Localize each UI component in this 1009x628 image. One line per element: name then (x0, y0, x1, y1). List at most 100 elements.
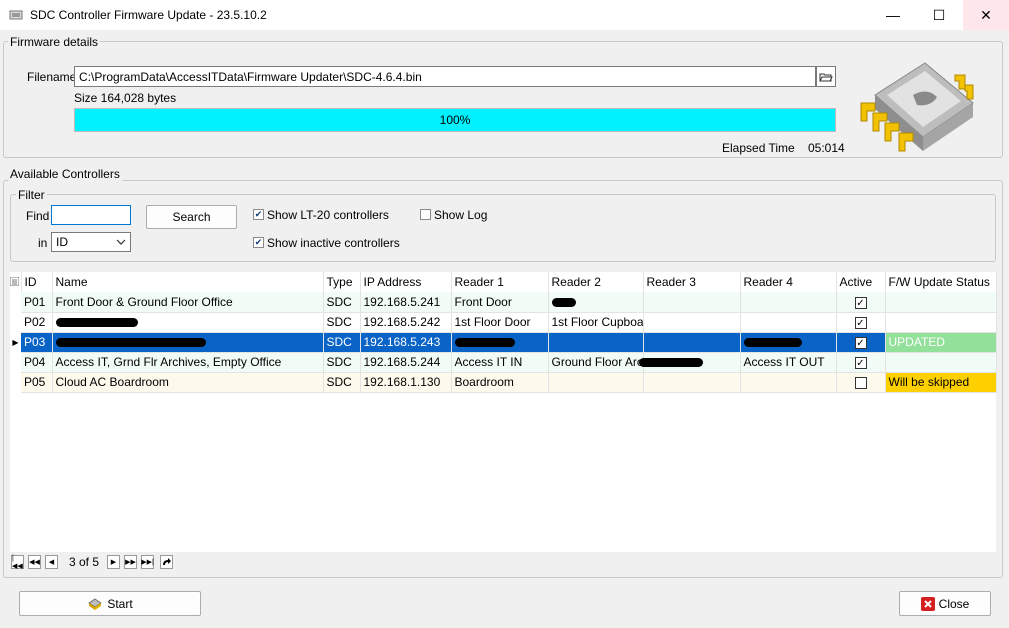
maximize-button[interactable]: ☐ (916, 0, 962, 30)
folder-open-icon (819, 73, 833, 81)
search-field-select[interactable]: ID (51, 232, 131, 252)
controllers-table: ID Name Type IP Address Reader 1 Reader … (10, 272, 997, 393)
cell-reader2 (548, 332, 644, 353)
progress-text: 100% (439, 113, 471, 127)
window-title: SDC Controller Firmware Update - 23.5.10… (30, 8, 267, 22)
redaction-mark (454, 338, 515, 348)
column-header[interactable]: Reader 2 (548, 272, 644, 292)
rewind-icon: ◀◀ (29, 559, 40, 566)
show-inactive-checkbox[interactable]: ✔ (253, 237, 264, 248)
cell-reader1 (451, 332, 549, 353)
cell-name (52, 312, 324, 333)
cell-ip: 192.168.5.242 (360, 312, 452, 333)
column-header[interactable]: Reader 1 (451, 272, 549, 292)
active-checkbox[interactable]: ✓ (854, 336, 867, 349)
table-row[interactable]: P01 Front Door & Ground Floor Office SDC… (10, 292, 997, 313)
active-checkbox[interactable]: ✓ (854, 296, 867, 309)
refresh-icon (162, 557, 171, 565)
previous-page-button[interactable]: ◀◀ (28, 555, 41, 569)
minimize-icon: — (886, 7, 900, 23)
cell-ip: 192.168.5.241 (360, 292, 452, 313)
next-record-button[interactable]: ▶ (107, 555, 120, 569)
cell-active[interactable]: ✓ (836, 332, 886, 353)
table-row[interactable]: P02 SDC 192.168.5.242 1st Floor Door 1st… (10, 312, 997, 333)
cell-type: SDC (323, 312, 361, 333)
active-checkbox[interactable] (854, 376, 867, 389)
progress-bar: 100% (74, 108, 836, 132)
cell-reader1: Boardroom (451, 372, 549, 393)
cell-status (885, 352, 997, 373)
column-chooser-icon (10, 276, 20, 287)
cell-status-updated: UPDATED (885, 332, 997, 353)
show-lt20-checkbox[interactable]: ✔ (253, 209, 264, 220)
cell-active[interactable]: ✓ (836, 292, 886, 313)
column-header[interactable]: Reader 3 (643, 272, 741, 292)
cell-id: P01 (21, 292, 53, 313)
cell-ip: 192.168.5.244 (360, 352, 452, 373)
pager-text: 3 of 5 (69, 555, 100, 569)
filename-field[interactable]: C:\ProgramData\AccessITData\Firmware Upd… (74, 66, 816, 87)
browse-button[interactable] (816, 66, 836, 87)
next-icon: ▶ (110, 559, 117, 566)
cell-active[interactable] (836, 372, 886, 393)
row-header[interactable] (10, 312, 21, 332)
cell-reader2: 1st Floor Cupboa (548, 312, 644, 333)
column-header[interactable]: Active (836, 272, 886, 292)
table-row[interactable]: P04 Access IT, Grnd Flr Archives, Empty … (10, 352, 997, 373)
minimize-button[interactable]: — (870, 0, 916, 30)
active-checkbox[interactable]: ✓ (854, 316, 867, 329)
row-header[interactable] (10, 372, 21, 392)
redaction-mark (638, 357, 703, 367)
row-header-corner (10, 272, 22, 292)
cell-status-skipped: Will be skipped (885, 372, 997, 393)
active-checkbox[interactable]: ✓ (854, 356, 867, 369)
cell-reader4 (740, 292, 837, 313)
redaction-mark (55, 338, 206, 348)
close-x-icon (920, 596, 935, 611)
cell-reader3 (643, 332, 741, 353)
filename-label: Filename (27, 70, 77, 84)
table-row[interactable]: P05 Cloud AC Boardroom SDC 192.168.1.130… (10, 372, 997, 393)
cell-status (885, 292, 997, 313)
app-icon (9, 10, 23, 20)
filter-label: Filter (16, 188, 47, 202)
table-row-selected[interactable]: ▶ P03 SDC 192.168.5.243 ✓ UPDATED (10, 332, 997, 353)
column-header[interactable]: Name (52, 272, 324, 292)
cell-active[interactable]: ✓ (836, 352, 886, 373)
cell-id: P05 (21, 372, 53, 393)
find-input[interactable] (51, 205, 131, 225)
cell-name (52, 332, 324, 353)
chevron-down-icon (116, 239, 126, 245)
column-header[interactable]: ID (21, 272, 53, 292)
cell-reader1: Access IT IN (451, 352, 549, 373)
row-header[interactable] (10, 352, 21, 372)
show-log-checkbox[interactable] (420, 209, 431, 220)
cell-type: SDC (323, 332, 361, 353)
search-field-value: ID (56, 235, 68, 249)
maximize-icon: ☐ (932, 6, 946, 23)
column-header[interactable]: F/W Update Status (885, 272, 997, 292)
refresh-button[interactable] (160, 555, 173, 569)
cell-type: SDC (323, 372, 361, 393)
current-row-marker[interactable]: ▶ (10, 332, 21, 352)
cell-active[interactable]: ✓ (836, 312, 886, 333)
last-icon: ▶▶| (141, 559, 154, 566)
start-button[interactable]: Start (19, 591, 201, 616)
column-header[interactable]: Reader 4 (740, 272, 837, 292)
redaction-mark (55, 318, 138, 328)
cell-reader4 (740, 332, 837, 353)
first-record-button[interactable]: |◀◀ (11, 555, 24, 570)
chip-icon (88, 598, 103, 610)
row-header[interactable] (10, 292, 21, 312)
column-header[interactable]: IP Address (360, 272, 452, 292)
search-button[interactable]: Search (146, 205, 237, 229)
next-page-button[interactable]: ▶▶ (124, 555, 137, 569)
show-log-label: Show Log (434, 208, 488, 222)
close-button[interactable]: Close (899, 591, 991, 616)
previous-record-button[interactable]: ◀ (45, 555, 58, 569)
last-record-button[interactable]: ▶▶| (141, 555, 154, 569)
controllers-grid[interactable]: ID Name Type IP Address Reader 1 Reader … (10, 272, 997, 552)
cell-ip: 192.168.1.130 (360, 372, 452, 393)
close-window-button[interactable]: ✕ (963, 0, 1009, 30)
column-header[interactable]: Type (323, 272, 361, 292)
